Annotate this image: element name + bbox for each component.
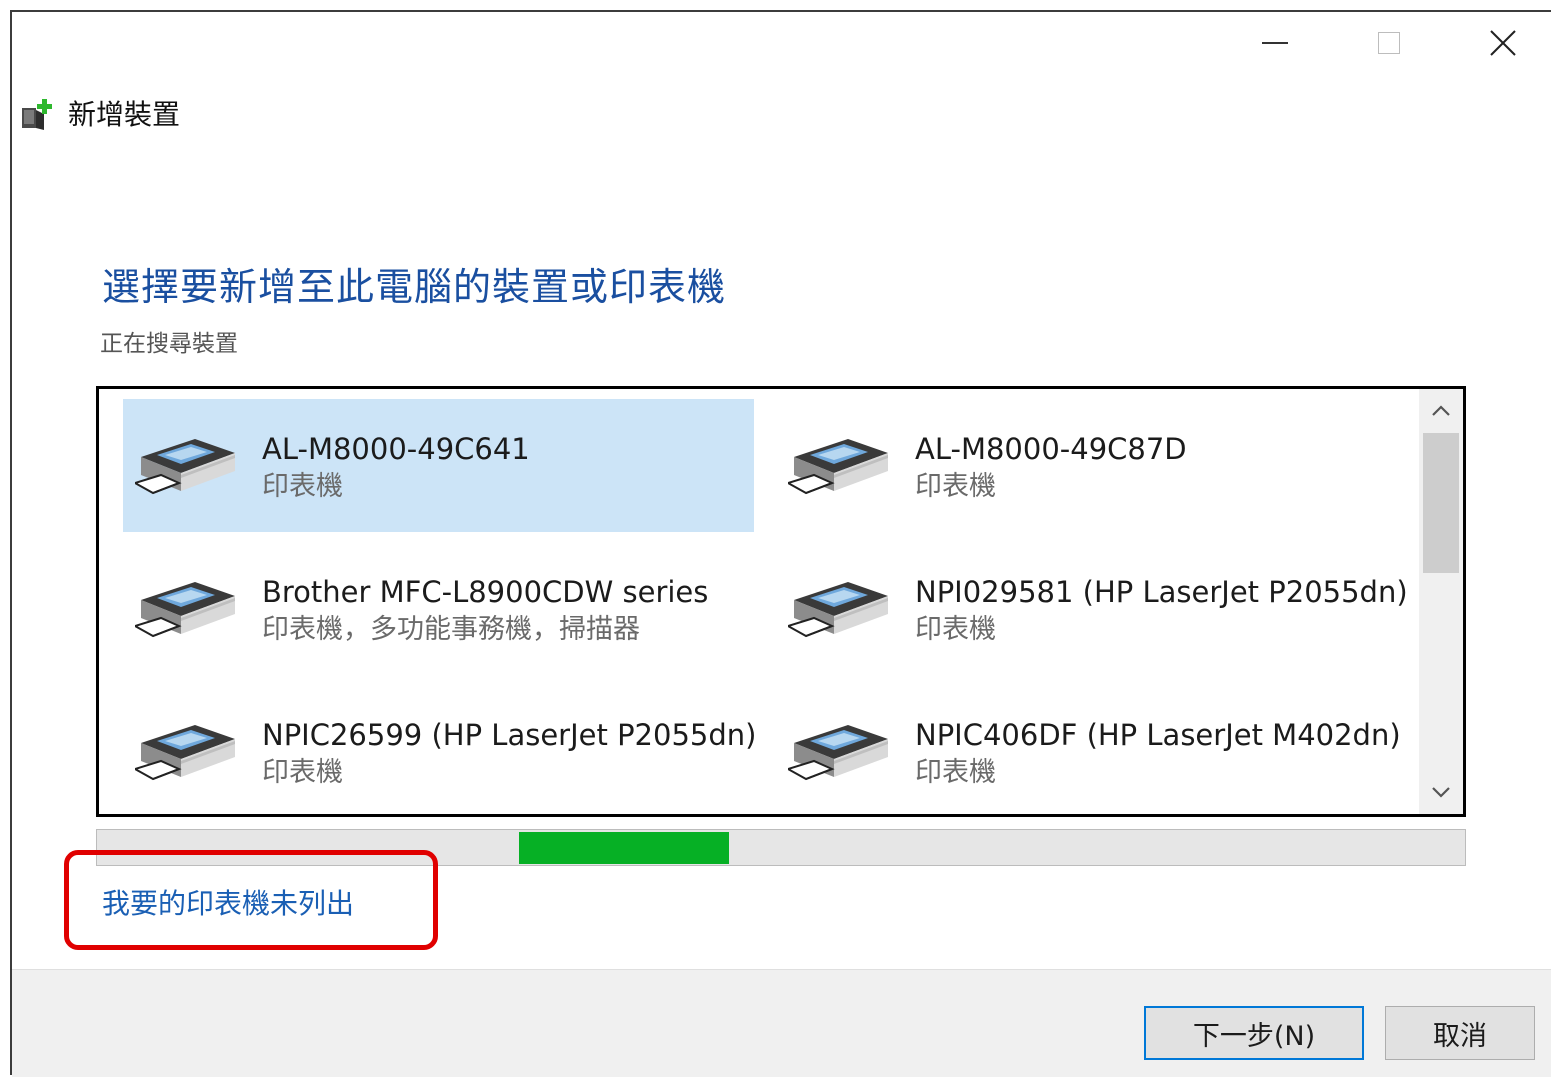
device-name: AL-M8000-49C641	[262, 432, 530, 466]
progress-indicator	[519, 832, 729, 864]
printer-icon	[135, 582, 235, 638]
search-status: 正在搜尋裝置	[100, 331, 238, 357]
printer-icon	[788, 439, 888, 495]
device-item[interactable]: Brother MFC-L8900CDW series 印表機，多功能事務機，掃…	[123, 542, 754, 675]
add-device-icon	[22, 99, 52, 130]
device-item[interactable]: NPI029581 (HP LaserJet P2055dn) 印表機	[776, 542, 1408, 675]
chevron-down-icon	[1432, 787, 1450, 798]
device-type: 印表機，多功能事務機，掃描器	[262, 614, 640, 645]
printer-icon	[135, 725, 235, 781]
dialog-footer: 下一步(N) 取消	[12, 969, 1551, 1077]
add-device-window: 新增裝置 選擇要新增至此電腦的裝置或印表機 正在搜尋裝置 AL-M8000-49…	[10, 10, 1551, 1077]
window-title: 新增裝置	[68, 98, 181, 131]
scroll-down-button[interactable]	[1419, 770, 1463, 814]
close-button[interactable]	[1446, 12, 1551, 74]
device-name: NPIC26599 (HP LaserJet P2055dn)	[262, 718, 757, 752]
maximize-icon	[1378, 32, 1400, 54]
next-button[interactable]: 下一步(N)	[1144, 1006, 1364, 1060]
device-item[interactable]: AL-M8000-49C87D 印表機	[776, 399, 1407, 532]
close-icon	[1490, 30, 1516, 56]
printer-icon	[135, 439, 235, 495]
device-item[interactable]: NPIC26599 (HP LaserJet P2055dn) 印表機	[123, 685, 757, 814]
device-list[interactable]: AL-M8000-49C641 印表機 AL-M8000-49C87D 印表機 …	[96, 386, 1466, 817]
printer-icon	[788, 582, 888, 638]
device-type: 印表機	[262, 757, 343, 788]
device-item[interactable]: NPIC406DF (HP LaserJet M402dn) 印表機	[776, 685, 1407, 814]
minimize-button[interactable]	[1218, 12, 1332, 74]
cancel-button[interactable]: 取消	[1385, 1006, 1535, 1060]
device-type: 印表機	[915, 614, 996, 645]
printer-not-listed-link[interactable]: 我要的印表機未列出	[102, 884, 354, 924]
device-type: 印表機	[915, 757, 996, 788]
chevron-up-icon	[1432, 405, 1450, 416]
device-type: 印表機	[262, 471, 343, 502]
maximize-button[interactable]	[1332, 12, 1446, 74]
printer-icon	[788, 725, 888, 781]
device-name: NPIC406DF (HP LaserJet M402dn)	[915, 718, 1401, 752]
device-item[interactable]: AL-M8000-49C641 印表機	[123, 399, 754, 532]
scroll-up-button[interactable]	[1419, 389, 1463, 433]
page-heading: 選擇要新增至此電腦的裝置或印表機	[102, 265, 727, 309]
device-type: 印表機	[915, 471, 996, 502]
minimize-icon	[1262, 42, 1288, 44]
scroll-thumb[interactable]	[1423, 433, 1459, 573]
device-name: Brother MFC-L8900CDW series	[262, 575, 709, 609]
device-name: NPI029581 (HP LaserJet P2055dn)	[915, 575, 1408, 609]
vertical-scrollbar[interactable]	[1419, 389, 1463, 814]
device-name: AL-M8000-49C87D	[915, 432, 1187, 466]
